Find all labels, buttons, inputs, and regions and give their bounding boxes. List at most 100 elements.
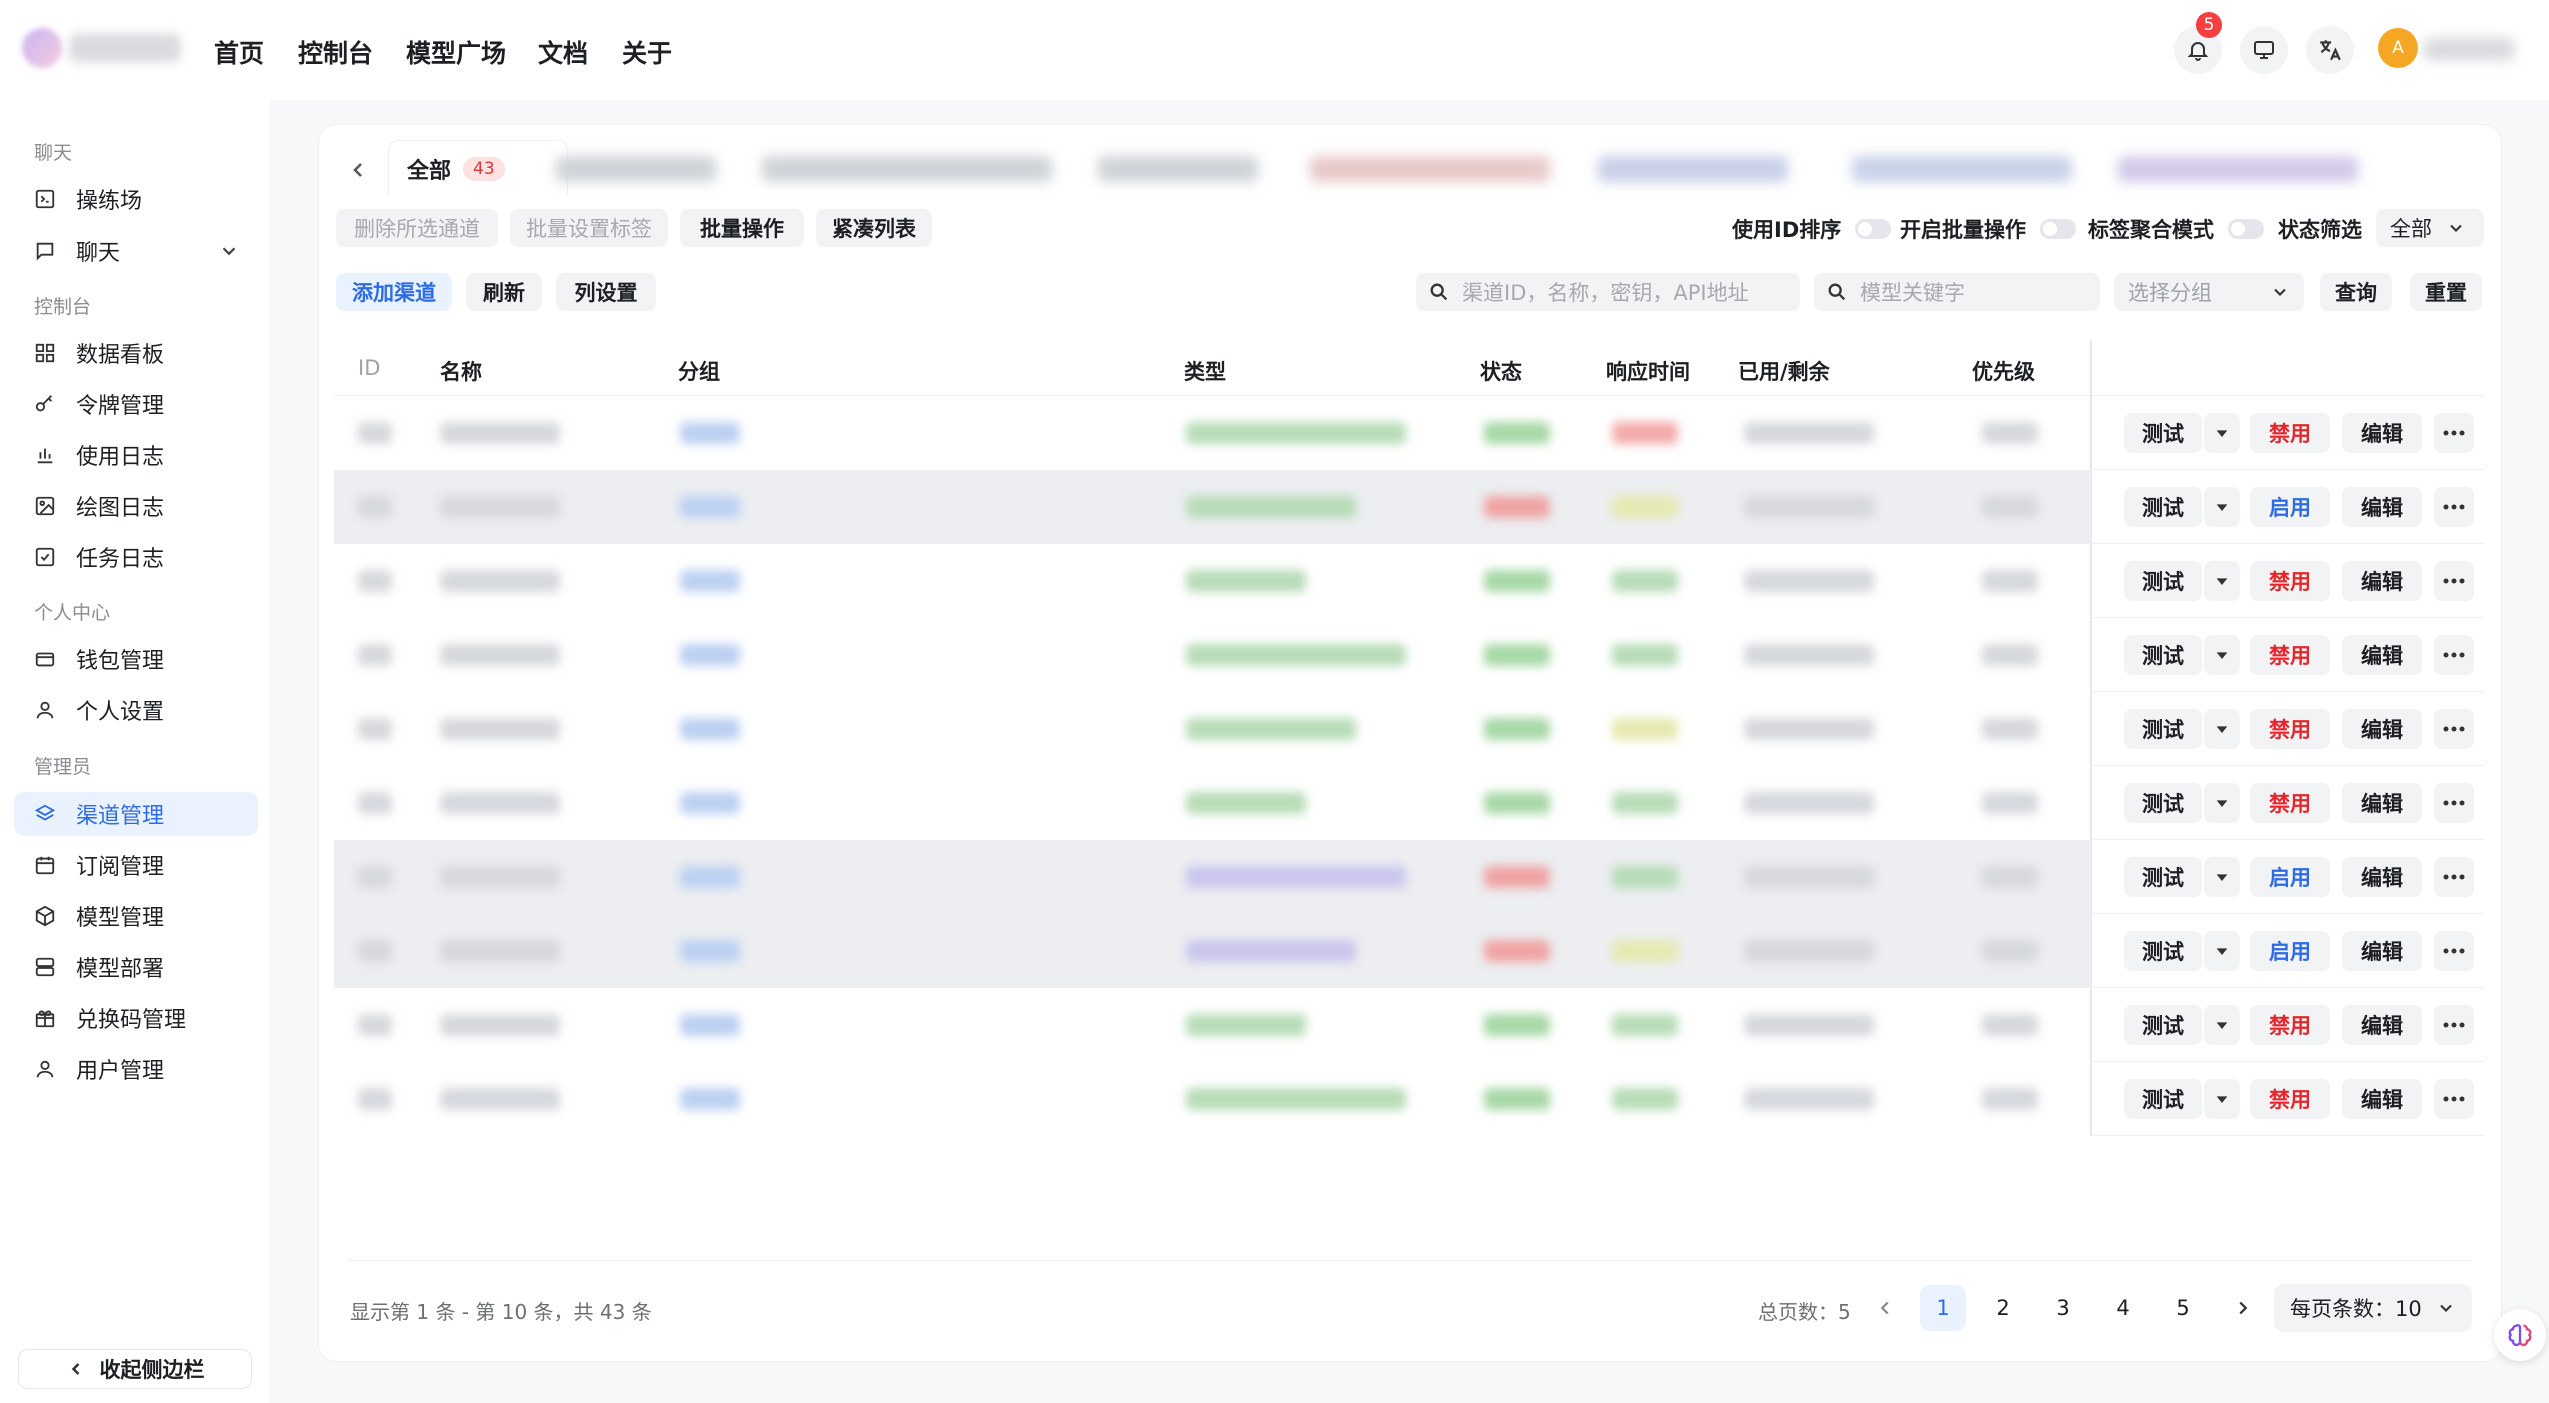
toggle-status-button[interactable]: 启用 xyxy=(2250,857,2330,897)
edit-button[interactable]: 编辑 xyxy=(2342,931,2422,971)
toggle-status-button[interactable]: 禁用 xyxy=(2250,635,2330,675)
nav-console[interactable]: 控制台 xyxy=(298,34,373,70)
tab-all[interactable]: 全部 43 xyxy=(388,140,568,196)
more-button[interactable] xyxy=(2434,857,2474,897)
edit-button[interactable]: 编辑 xyxy=(2342,487,2422,527)
more-button[interactable] xyxy=(2434,413,2474,453)
column-header-response-time[interactable]: 响应时间 xyxy=(1606,356,1690,386)
nav-about[interactable]: 关于 xyxy=(622,34,672,70)
sidebar-item-models[interactable]: 模型管理 xyxy=(14,894,258,938)
batch-ops-button[interactable]: 批量操作 xyxy=(680,209,804,247)
sort-by-id-toggle[interactable]: 使用ID排序 xyxy=(1732,214,1892,244)
assistant-button[interactable] xyxy=(2494,1309,2546,1361)
sidebar-item-channels[interactable]: 渠道管理 xyxy=(14,792,258,836)
page-4-button[interactable]: 4 xyxy=(2100,1285,2146,1331)
test-dropdown-button[interactable] xyxy=(2204,635,2240,675)
more-button[interactable] xyxy=(2434,487,2474,527)
sidebar-item-dashboard[interactable]: 数据看板 xyxy=(14,331,258,375)
test-button[interactable]: 测试 xyxy=(2124,1079,2202,1119)
toggle-status-button[interactable]: 禁用 xyxy=(2250,561,2330,601)
test-dropdown-button[interactable] xyxy=(2204,931,2240,971)
sidebar-item-task-logs[interactable]: 任务日志 xyxy=(14,535,258,579)
nav-model-square[interactable]: 模型广场 xyxy=(406,34,506,70)
page-5-button[interactable]: 5 xyxy=(2160,1285,2206,1331)
prev-page-button[interactable] xyxy=(1862,1285,1908,1331)
column-header-priority[interactable]: 优先级 xyxy=(1972,356,2035,386)
test-button[interactable]: 测试 xyxy=(2124,487,2202,527)
page-2-button[interactable]: 2 xyxy=(1980,1285,2026,1331)
query-button[interactable]: 查询 xyxy=(2320,273,2392,311)
status-filter-select[interactable]: 全部 xyxy=(2376,209,2484,247)
blurred-tab[interactable] xyxy=(2118,156,2358,182)
page-1-button[interactable]: 1 xyxy=(1920,1285,1966,1331)
test-dropdown-button[interactable] xyxy=(2204,783,2240,823)
avatar[interactable]: A xyxy=(2378,28,2418,68)
delete-selected-button[interactable]: 删除所选通道 xyxy=(336,209,498,247)
tag-aggregate-toggle[interactable]: 标签聚合模式 xyxy=(2088,214,2264,244)
more-button[interactable] xyxy=(2434,931,2474,971)
column-header-name[interactable]: 名称 xyxy=(440,356,482,386)
test-button[interactable]: 测试 xyxy=(2124,561,2202,601)
chevron-left-icon[interactable] xyxy=(346,158,370,182)
sidebar-item-tokens[interactable]: 令牌管理 xyxy=(14,382,258,426)
test-button[interactable]: 测试 xyxy=(2124,709,2202,749)
more-button[interactable] xyxy=(2434,783,2474,823)
reset-button[interactable]: 重置 xyxy=(2410,273,2482,311)
test-button[interactable]: 测试 xyxy=(2124,413,2202,453)
edit-button[interactable]: 编辑 xyxy=(2342,635,2422,675)
test-button[interactable]: 测试 xyxy=(2124,931,2202,971)
edit-button[interactable]: 编辑 xyxy=(2342,857,2422,897)
column-settings-button[interactable]: 列设置 xyxy=(556,273,656,311)
edit-button[interactable]: 编辑 xyxy=(2342,709,2422,749)
next-page-button[interactable] xyxy=(2220,1285,2266,1331)
batch-tag-button[interactable]: 批量设置标签 xyxy=(510,209,668,247)
more-button[interactable] xyxy=(2434,561,2474,601)
toggle-switch[interactable] xyxy=(1855,219,1892,239)
toggle-status-button[interactable]: 禁用 xyxy=(2250,709,2330,749)
more-button[interactable] xyxy=(2434,1079,2474,1119)
blurred-tab[interactable] xyxy=(1852,156,2072,182)
toggle-status-button[interactable]: 禁用 xyxy=(2250,1005,2330,1045)
language-button[interactable] xyxy=(2306,26,2354,74)
chevron-down-icon[interactable] xyxy=(218,240,240,262)
sidebar-item-subscriptions[interactable]: 订阅管理 xyxy=(14,843,258,887)
add-channel-button[interactable]: 添加渠道 xyxy=(336,273,452,311)
page-3-button[interactable]: 3 xyxy=(2040,1285,2086,1331)
batch-mode-toggle[interactable]: 开启批量操作 xyxy=(1900,214,2076,244)
test-dropdown-button[interactable] xyxy=(2204,709,2240,749)
toggle-switch[interactable] xyxy=(2040,219,2076,239)
page-size-select[interactable]: 每页条数：10 xyxy=(2274,1284,2472,1332)
sidebar-item-usage-logs[interactable]: 使用日志 xyxy=(14,433,258,477)
edit-button[interactable]: 编辑 xyxy=(2342,413,2422,453)
model-keyword-input[interactable]: 模型关键字 xyxy=(1814,273,2100,311)
test-button[interactable]: 测试 xyxy=(2124,783,2202,823)
test-button[interactable]: 测试 xyxy=(2124,1005,2202,1045)
theme-button[interactable] xyxy=(2240,26,2288,74)
collapse-sidebar-button[interactable]: 收起侧边栏 xyxy=(18,1349,252,1389)
test-dropdown-button[interactable] xyxy=(2204,487,2240,527)
sidebar-item-drawing-logs[interactable]: 绘图日志 xyxy=(14,484,258,528)
logo[interactable] xyxy=(22,28,62,68)
test-dropdown-button[interactable] xyxy=(2204,1005,2240,1045)
test-dropdown-button[interactable] xyxy=(2204,561,2240,601)
more-button[interactable] xyxy=(2434,635,2474,675)
sidebar-item-model-deploy[interactable]: 模型部署 xyxy=(14,945,258,989)
test-dropdown-button[interactable] xyxy=(2204,1079,2240,1119)
sidebar-item-redeem-codes[interactable]: 兑换码管理 xyxy=(14,996,258,1040)
refresh-button[interactable]: 刷新 xyxy=(466,273,542,311)
test-dropdown-button[interactable] xyxy=(2204,857,2240,897)
toggle-status-button[interactable]: 禁用 xyxy=(2250,1079,2330,1119)
toggle-status-button[interactable]: 启用 xyxy=(2250,931,2330,971)
blurred-tab[interactable] xyxy=(1098,156,1258,182)
blurred-tab[interactable] xyxy=(1598,156,1788,182)
more-button[interactable] xyxy=(2434,709,2474,749)
more-button[interactable] xyxy=(2434,1005,2474,1045)
toggle-status-button[interactable]: 禁用 xyxy=(2250,783,2330,823)
column-header-used-remaining[interactable]: 已用/剩余 xyxy=(1738,356,1830,386)
toggle-switch[interactable] xyxy=(2228,219,2264,239)
blurred-tab[interactable] xyxy=(556,156,716,182)
edit-button[interactable]: 编辑 xyxy=(2342,1005,2422,1045)
test-button[interactable]: 测试 xyxy=(2124,857,2202,897)
toggle-status-button[interactable]: 启用 xyxy=(2250,487,2330,527)
test-button[interactable]: 测试 xyxy=(2124,635,2202,675)
